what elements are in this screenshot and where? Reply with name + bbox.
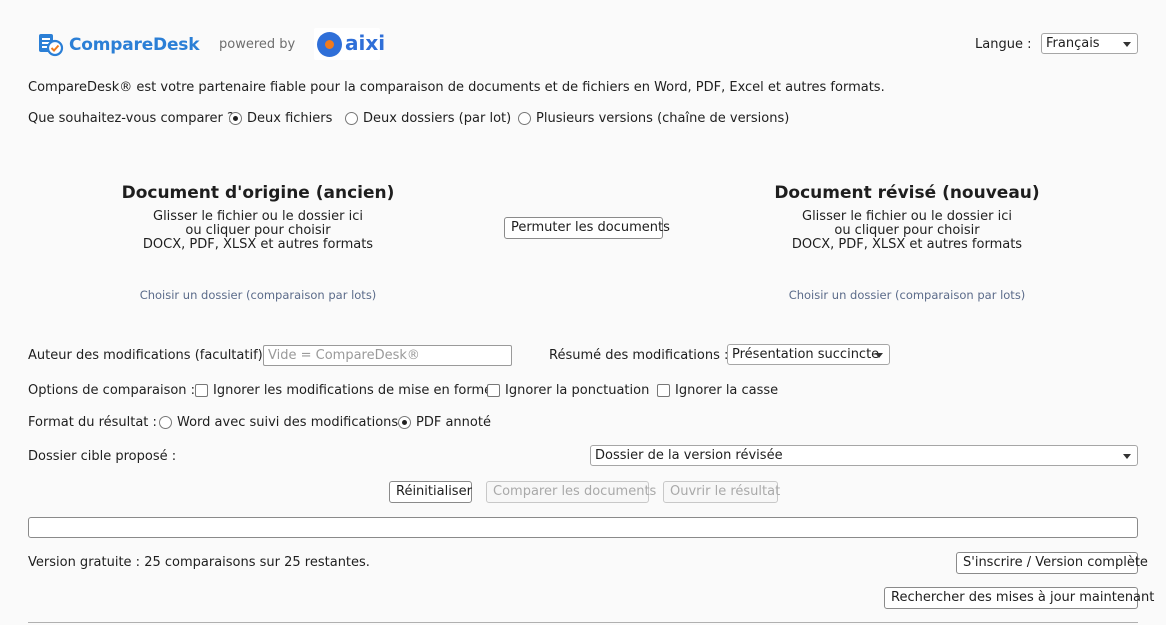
radio-button[interactable] xyxy=(398,416,411,429)
radio-label: Word avec suivi des modifications xyxy=(177,415,399,430)
chevron-down-icon xyxy=(1123,454,1131,459)
comparedesk-logo-icon xyxy=(38,32,64,58)
target-folder-select[interactable]: Dossier de la version révisée xyxy=(590,445,1138,466)
options-label: Options de comparaison : xyxy=(28,383,196,398)
target-folder-label: Dossier cible proposé : xyxy=(28,449,177,464)
revised-desc-line2: ou cliquer pour choisir xyxy=(834,223,980,238)
comparedesk-logo-text: CompareDesk xyxy=(69,35,200,55)
radio-button[interactable] xyxy=(229,112,242,125)
output-format-label: Format du résultat : xyxy=(28,415,157,430)
language-select[interactable]: Français xyxy=(1041,33,1138,54)
checkbox-label: Ignorer la ponctuation xyxy=(505,383,650,398)
revised-folder-link[interactable]: Choisir un dossier (comparaison par lots… xyxy=(757,288,1057,302)
language-value: Français xyxy=(1046,36,1100,51)
original-folder-link[interactable]: Choisir un dossier (comparaison par lots… xyxy=(108,288,408,302)
original-desc-line1: Glisser le fichier ou le dossier ici xyxy=(153,209,363,224)
compare-mode-label: Que souhaitez-vous comparer ? xyxy=(28,111,234,126)
checkbox-label: Ignorer les modifications de mise en for… xyxy=(213,383,493,398)
radio-word-tracked[interactable]: Word avec suivi des modifications xyxy=(159,415,398,430)
tagline: CompareDesk® est votre partenaire fiable… xyxy=(28,80,885,95)
radio-multiple-versions[interactable]: Plusieurs versions (chaîne de versions) xyxy=(518,111,789,126)
summary-select[interactable]: Présentation succincte xyxy=(727,344,890,365)
reset-button[interactable]: Réinitialiser xyxy=(389,481,472,503)
status-text: Version gratuite : 25 comparaisons sur 2… xyxy=(28,555,370,570)
author-input[interactable]: Vide = CompareDesk® xyxy=(263,345,512,366)
checkbox-label: Ignorer la casse xyxy=(675,383,779,398)
radio-button[interactable] xyxy=(518,112,531,125)
target-folder-value: Dossier de la version révisée xyxy=(595,448,783,463)
radio-label: PDF annoté xyxy=(416,415,491,430)
radio-label: Plusieurs versions (chaîne de versions) xyxy=(536,111,790,126)
compare-documents-button[interactable]: Comparer les documents xyxy=(486,481,656,503)
revised-drop-zone[interactable]: Document révisé (nouveau) Glisser le fic… xyxy=(757,140,1057,270)
original-desc-line3: DOCX, PDF, XLSX et autres formats xyxy=(142,237,374,252)
revised-title: Document révisé (nouveau) xyxy=(774,183,1040,203)
aixi-logo-text: aixi xyxy=(345,31,386,55)
powered-by-label: powered by xyxy=(219,37,296,52)
option-ignore-punctuation[interactable]: Ignorer la ponctuation xyxy=(487,383,649,398)
open-result-button[interactable]: Ouvrir le résultat xyxy=(663,481,780,503)
radio-pdf-annotated[interactable]: PDF annoté xyxy=(398,415,491,430)
summary-label: Résumé des modifications : xyxy=(549,348,729,363)
summary-value: Présentation succincte xyxy=(732,347,880,362)
radio-button[interactable] xyxy=(345,112,358,125)
aixi-logo-icon xyxy=(317,32,342,57)
author-label: Auteur des modifications (facultatif) : xyxy=(28,348,272,363)
checkbox[interactable] xyxy=(487,384,500,397)
option-ignore-case[interactable]: Ignorer la casse xyxy=(657,383,778,398)
radio-two-files[interactable]: Deux fichiers xyxy=(229,111,332,126)
checkbox[interactable] xyxy=(657,384,670,397)
check-updates-button[interactable]: Rechercher des mises à jour maintenant xyxy=(884,587,1154,609)
language-label: Langue : xyxy=(975,37,1032,52)
checkbox[interactable] xyxy=(195,384,208,397)
radio-label: Deux dossiers (par lot) xyxy=(363,111,512,126)
original-title: Document d'origine (ancien) xyxy=(121,183,395,203)
original-desc-line2: ou cliquer pour choisir xyxy=(185,223,331,238)
signup-button[interactable]: S'inscrire / Version complète xyxy=(956,552,1148,574)
radio-button[interactable] xyxy=(159,416,172,429)
chevron-down-icon xyxy=(1123,42,1131,47)
progress-bar xyxy=(28,517,1138,538)
option-ignore-formatting[interactable]: Ignorer les modifications de mise en for… xyxy=(195,383,492,398)
revised-desc-line3: DOCX, PDF, XLSX et autres formats xyxy=(791,237,1023,252)
radio-label: Deux fichiers xyxy=(247,111,333,126)
radio-two-folders[interactable]: Deux dossiers (par lot) xyxy=(345,111,511,126)
revised-desc-line1: Glisser le fichier ou le dossier ici xyxy=(802,209,1012,224)
swap-documents-button[interactable]: Permuter les documents xyxy=(504,217,670,239)
original-drop-zone[interactable]: Document d'origine (ancien) Glisser le f… xyxy=(108,140,408,270)
chevron-down-icon xyxy=(875,353,883,358)
